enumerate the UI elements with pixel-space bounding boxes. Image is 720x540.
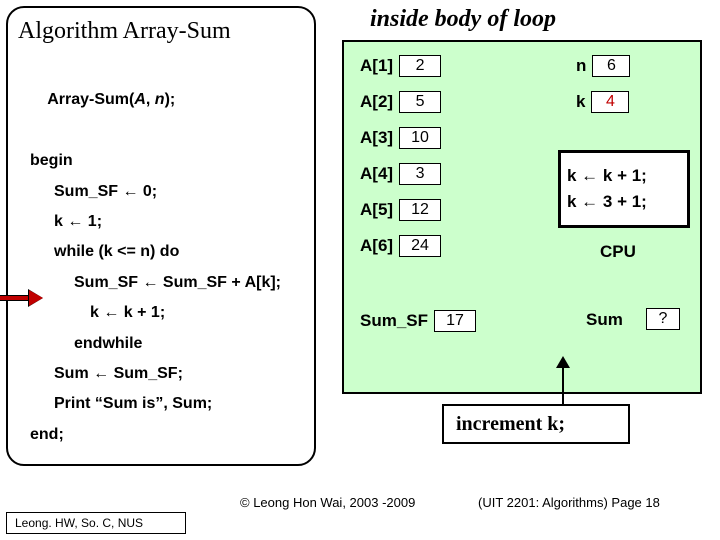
array-label: A[1] xyxy=(360,56,393,76)
cpu-label: CPU xyxy=(600,242,636,262)
array-row: A[2] 5 xyxy=(360,90,441,114)
algo-line-6: endwhile xyxy=(74,329,310,359)
algorithm-panel: Algorithm Array-Sum Array-Sum(A, n); beg… xyxy=(6,6,316,466)
sumsf-value: 17 xyxy=(434,310,476,332)
increment-callout: increment k; xyxy=(442,404,630,444)
algo-line-8: Print “Sum is”, Sum; xyxy=(54,389,310,419)
author-text: Leong. HW, So. C, NUS xyxy=(15,516,143,530)
sumsf-label: Sum_SF xyxy=(360,311,428,331)
array-value: 5 xyxy=(399,91,441,113)
array-label: A[6] xyxy=(360,236,393,256)
algo-end: end; xyxy=(30,420,310,450)
sum-label: Sum xyxy=(586,310,623,330)
cpu-box: k ← k + 1; k ← 3 + 1; xyxy=(558,150,690,228)
array-row: A[5] 12 xyxy=(360,198,441,222)
var-n-row: n 6 xyxy=(576,54,630,78)
increment-text: increment k; xyxy=(456,413,565,436)
var-n-value: 6 xyxy=(592,55,630,77)
current-line-pointer xyxy=(0,291,46,305)
page-footer: (UIT 2201: Algorithms) Page 18 xyxy=(478,495,660,510)
algorithm-title: Algorithm Array-Sum xyxy=(18,18,310,45)
algo-line-1: Sum_SF ← 0; xyxy=(54,177,310,207)
cpu-line-1: k ← k + 1; xyxy=(567,163,681,189)
array-row: A[1] 2 xyxy=(360,54,441,78)
algo-line-2: k ← 1; xyxy=(54,207,310,237)
array-row: A[3] 10 xyxy=(360,126,441,150)
algo-begin: begin xyxy=(30,146,310,176)
algo-line-3: while (k <= n) do xyxy=(54,237,310,267)
loop-body-title: inside body of loop xyxy=(370,6,556,33)
var-k-value: 4 xyxy=(591,91,629,113)
sumsf-row: Sum_SF 17 xyxy=(360,310,476,332)
algo-line-5: k ← k + 1; xyxy=(90,298,310,328)
array-row: A[6] 24 xyxy=(360,234,441,258)
state-panel: A[1] 2 A[2] 5 A[3] 10 A[4] 3 A[5] 12 A[6… xyxy=(342,40,702,394)
array-label: A[5] xyxy=(360,200,393,220)
algo-line-7: Sum ← Sum_SF; xyxy=(54,359,310,389)
array-label: A[2] xyxy=(360,92,393,112)
var-n-label: n xyxy=(576,56,586,76)
var-k-row: k 4 xyxy=(576,90,629,114)
array-value: 3 xyxy=(399,163,441,185)
array-value: 24 xyxy=(399,235,441,257)
sum-value: ? xyxy=(646,308,680,330)
author-box: Leong. HW, So. C, NUS xyxy=(6,512,186,534)
array-label: A[3] xyxy=(360,128,393,148)
array-value: 10 xyxy=(399,127,441,149)
algo-signature: Array-Sum(A, n); xyxy=(30,55,310,146)
array-value: 12 xyxy=(399,199,441,221)
copyright-text: © Leong Hon Wai, 2003 -2009 xyxy=(240,495,415,510)
array-label: A[4] xyxy=(360,164,393,184)
array-row: A[4] 3 xyxy=(360,162,441,186)
cpu-line-2: k ← 3 + 1; xyxy=(567,189,681,215)
algo-line-4: Sum_SF ← Sum_SF + A[k]; xyxy=(74,268,310,298)
var-k-label: k xyxy=(576,92,585,112)
array-value: 2 xyxy=(399,55,441,77)
